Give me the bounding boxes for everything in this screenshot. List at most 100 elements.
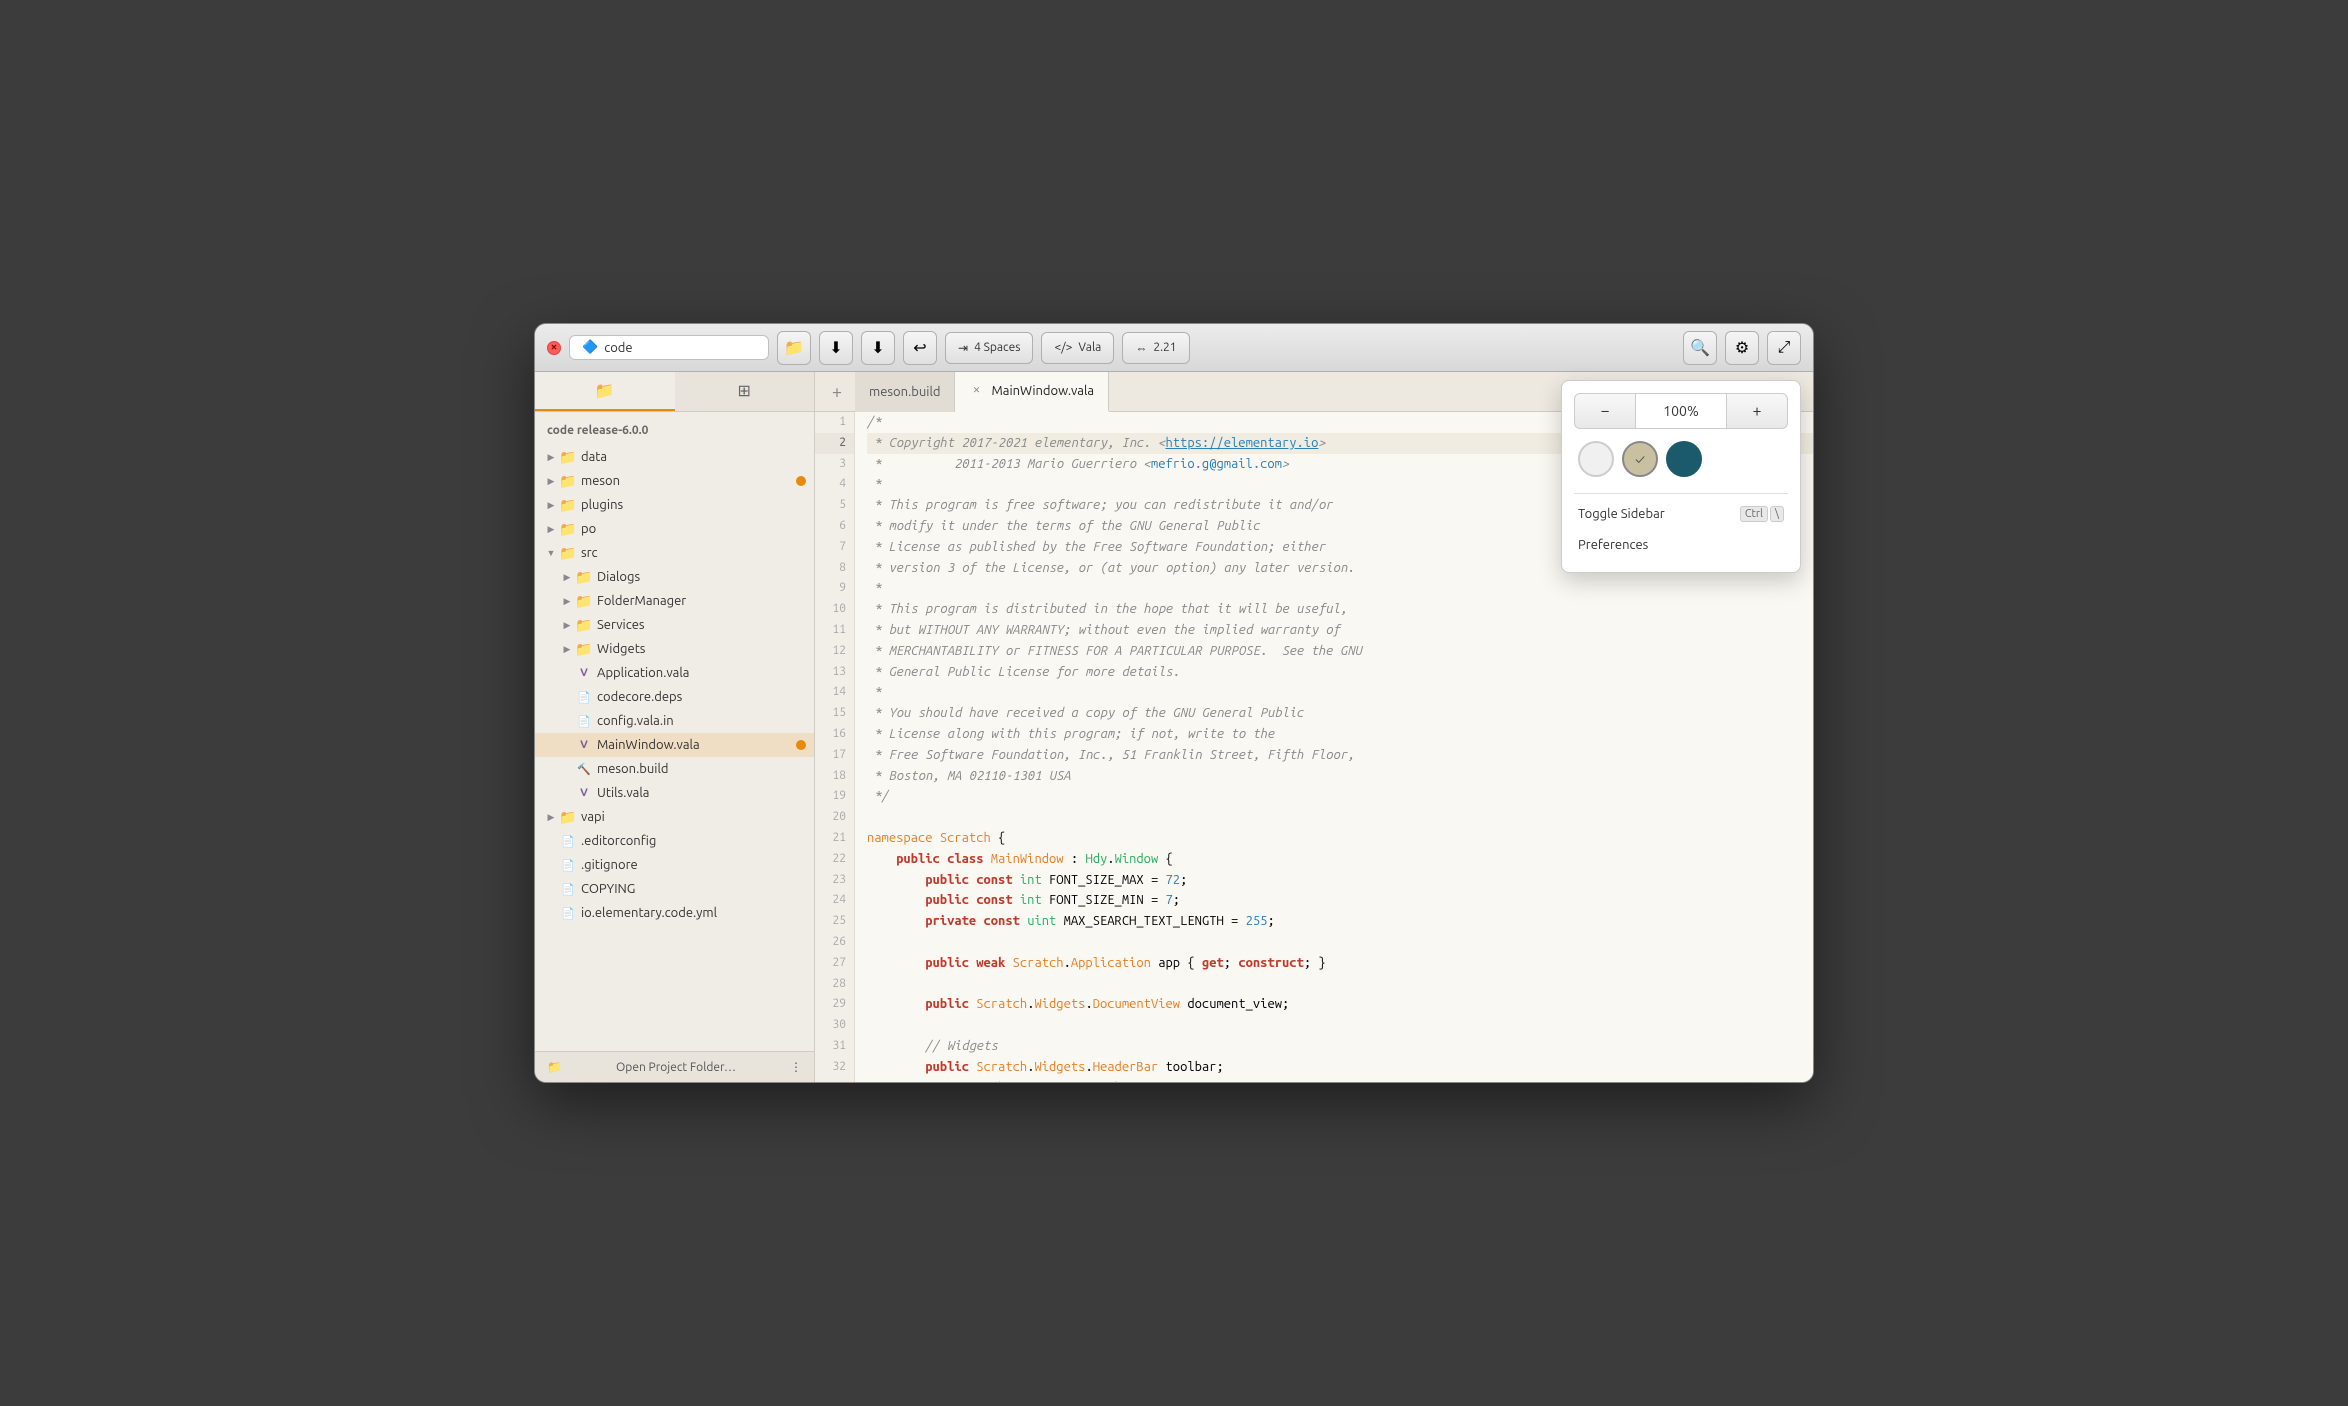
tab-meson-build[interactable]: meson.build — [855, 372, 955, 412]
tree-item-copying[interactable]: ▶ 📄 COPYING — [535, 877, 814, 901]
tree-item-dialogs[interactable]: ▶ 📁 Dialogs — [535, 565, 814, 589]
line-num-16: 16 — [815, 724, 854, 745]
folder-button[interactable]: 📁 — [777, 331, 811, 365]
tree-arrow-plugins: ▶ — [543, 497, 559, 513]
search-button[interactable]: 🔍 — [1683, 331, 1717, 365]
vala-icon-mainwindow: V — [575, 736, 593, 754]
tab-mainwindow-vala[interactable]: ✕ MainWindow.vala — [955, 372, 1109, 412]
line-num-2: 2 — [815, 433, 854, 454]
zoom-value-display: 100% — [1636, 393, 1726, 429]
folder-icon-plugins: 📁 — [559, 496, 577, 514]
line-num-10: 10 — [815, 599, 854, 620]
code-line-22: public class MainWindow : Hdy.Window { — [867, 849, 1813, 870]
fullscreen-icon: ⤢ — [1778, 338, 1791, 357]
indent-label: 4 Spaces — [974, 341, 1020, 354]
tree-item-gitignore[interactable]: ▶ 📄 .gitignore — [535, 853, 814, 877]
line-num-1: 1 — [815, 412, 854, 433]
tree-item-meson-build[interactable]: ▶ 🔨 meson.build — [535, 757, 814, 781]
toggle-sidebar-menu-item[interactable]: Toggle Sidebar Ctrl \ — [1574, 498, 1788, 530]
code-line-21: namespace Scratch { — [867, 828, 1813, 849]
tree-item-src[interactable]: ▼ 📁 src — [535, 541, 814, 565]
download-button[interactable]: ⬇ — [819, 331, 853, 365]
line-num-27: 27 — [815, 953, 854, 974]
code-line-18: * Boston, MA 02110-1301 USA — [867, 766, 1813, 787]
project-label: code release-6.0.0 — [535, 420, 814, 445]
line-num-17: 17 — [815, 745, 854, 766]
folder-icon-data: 📁 — [559, 448, 577, 466]
tree-arrow-foldermanager: ▶ — [559, 593, 575, 609]
tree-item-services[interactable]: ▶ 📁 Services — [535, 613, 814, 637]
download2-button[interactable]: ⬇ — [861, 331, 895, 365]
vala-icon-utils: V — [575, 784, 593, 802]
tree-arrow-meson: ▶ — [543, 473, 559, 489]
close-tab-button[interactable]: ✕ — [969, 384, 983, 398]
tree-item-foldermanager[interactable]: ▶ 📁 FolderManager — [535, 589, 814, 613]
line-num-29: 29 — [815, 994, 854, 1015]
tree-item-mainwindow-vala[interactable]: ▶ V MainWindow.vala — [535, 733, 814, 757]
window-close-button[interactable]: ✕ — [547, 341, 561, 355]
outline-icon: ⊞ — [738, 381, 751, 400]
folder-icon-meson: 📁 — [559, 472, 577, 490]
folder-icon-services: 📁 — [575, 616, 593, 634]
sidebar-tab-files[interactable]: 📁 — [535, 372, 675, 411]
theme-light[interactable] — [1578, 441, 1614, 477]
line-num-33: 33 — [815, 1078, 854, 1083]
mainwindow-badge — [796, 740, 806, 750]
file-icon-copying: 📄 — [559, 880, 577, 898]
zoom-plus-button[interactable]: + — [1726, 393, 1788, 429]
open-project-folder-button[interactable]: 📁 Open Project Folder… ⋮ — [535, 1051, 814, 1082]
code-line-23: public const int FONT_SIZE_MAX = 72; — [867, 870, 1813, 891]
undo-button[interactable]: ↩ — [903, 331, 937, 365]
title-text: code — [604, 341, 632, 355]
folder-icon: 📁 — [784, 338, 804, 357]
code-line-25: private const uint MAX_SEARCH_TEXT_LENGT… — [867, 911, 1813, 932]
tree-item-vapi[interactable]: ▶ 📁 vapi — [535, 805, 814, 829]
tree-item-plugins[interactable]: ▶ 📁 plugins — [535, 493, 814, 517]
main-window: ✕ 🔷 code 📁 ⬇ ⬇ ↩ ⇥ 4 Spaces </> Vala ⇔ 2… — [534, 323, 1814, 1083]
zoom-label: 2.21 — [1153, 341, 1176, 354]
tree-item-meson[interactable]: ▶ 📁 meson — [535, 469, 814, 493]
tree-arrow-po: ▶ — [543, 521, 559, 537]
line-num-22: 22 — [815, 849, 854, 870]
theme-dark[interactable] — [1666, 441, 1702, 477]
line-num-3: 3 — [815, 454, 854, 475]
tree-item-codecore-deps[interactable]: ▶ 📄 codecore.deps — [535, 685, 814, 709]
fullscreen-button[interactable]: ⤢ — [1767, 331, 1801, 365]
download-icon: ⬇ — [829, 338, 842, 357]
code-line-24: public const int FONT_SIZE_MIN = 7; — [867, 890, 1813, 911]
tree-item-data[interactable]: ▶ 📁 data — [535, 445, 814, 469]
folder-icon-po: 📁 — [559, 520, 577, 538]
code-line-20 — [867, 807, 1813, 828]
code-line-26 — [867, 932, 1813, 953]
zoom-pill[interactable]: ⇔ 2.21 — [1122, 332, 1189, 364]
download2-icon: ⬇ — [871, 338, 884, 357]
tree-item-config-vala-in[interactable]: ▶ 📄 config.vala.in — [535, 709, 814, 733]
tree-item-io-code-yml[interactable]: ▶ 📄 io.elementary.code.yml — [535, 901, 814, 925]
theme-solarized[interactable]: ✓ — [1622, 441, 1658, 477]
line-numbers: 1 2 3 4 5 6 7 8 9 10 11 12 13 14 15 16 1 — [815, 412, 855, 1082]
sidebar-tab-outline[interactable]: ⊞ — [675, 372, 815, 411]
code-line-33: private Gtk.Revealer search_revealer; — [867, 1078, 1813, 1083]
indent-button[interactable]: ⇥ 4 Spaces — [945, 332, 1033, 364]
line-num-18: 18 — [815, 766, 854, 787]
line-num-4: 4 — [815, 474, 854, 495]
tree-item-widgets[interactable]: ▶ 📁 Widgets — [535, 637, 814, 661]
tree-item-utils-vala[interactable]: ▶ V Utils.vala — [535, 781, 814, 805]
title-search-box[interactable]: 🔷 code — [569, 335, 769, 360]
tree-item-application-vala[interactable]: ▶ V Application.vala — [535, 661, 814, 685]
gear-button[interactable]: ⚙ — [1725, 331, 1759, 365]
tree-arrow-vapi: ▶ — [543, 809, 559, 825]
undo-icon: ↩ — [913, 338, 926, 357]
folder-icon-src: 📁 — [559, 544, 577, 562]
line-num-6: 6 — [815, 516, 854, 537]
preferences-menu-item[interactable]: Preferences — [1574, 530, 1788, 560]
files-icon: 📁 — [595, 381, 615, 400]
add-tab-button[interactable]: + — [823, 378, 851, 406]
tree-item-po[interactable]: ▶ 📁 po — [535, 517, 814, 541]
indent-icon: ⇥ — [958, 341, 968, 355]
vala-icon-application: V — [575, 664, 593, 682]
line-num-25: 25 — [815, 911, 854, 932]
zoom-minus-button[interactable]: − — [1574, 393, 1636, 429]
language-button[interactable]: </> Vala — [1041, 332, 1114, 364]
tree-item-editorconfig[interactable]: ▶ 📄 .editorconfig — [535, 829, 814, 853]
